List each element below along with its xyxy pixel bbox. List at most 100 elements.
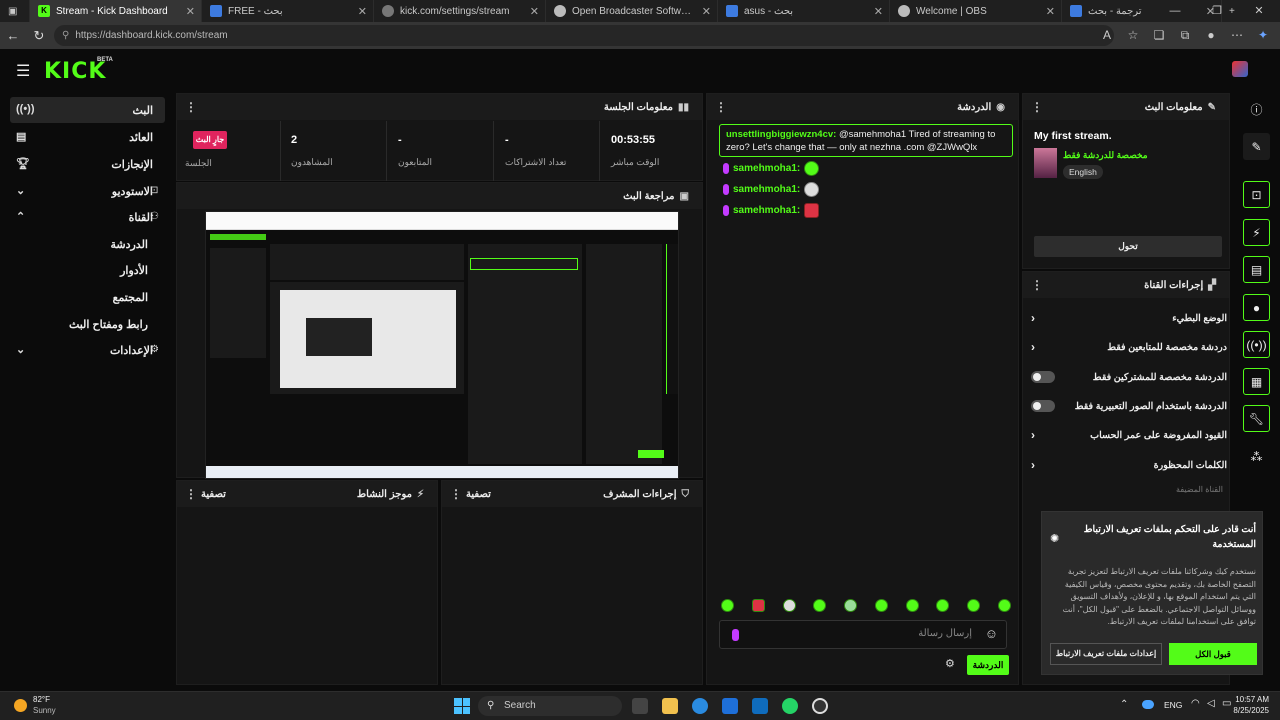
store-icon[interactable] <box>722 698 738 714</box>
more-options-icon[interactable]: ⋮ <box>715 100 727 114</box>
chevron-up-icon[interactable]: ⌃ <box>1120 699 1128 710</box>
chat-settings-icon[interactable]: ⚙ <box>945 657 955 670</box>
studio-icon[interactable]: ⊡ <box>1243 181 1270 208</box>
activity-filter-button[interactable]: تصفية <box>201 489 226 500</box>
live-status-button[interactable]: جارٍ البث <box>193 131 227 149</box>
browser-tab-3[interactable]: Open Broadcaster Software | OBS✕ <box>546 0 718 22</box>
chat-input[interactable]: إرسال رسالة ☺ <box>719 620 1007 649</box>
whatsapp-icon[interactable] <box>782 698 798 714</box>
wifi-icon[interactable]: ◠ <box>1191 698 1200 709</box>
sidebar-item-settings[interactable]: ⌄ الإعدادات <box>10 337 165 363</box>
pencil-icon[interactable]: ✎ <box>1243 133 1270 160</box>
sidebar-item-chat[interactable]: الدردشة <box>24 231 148 257</box>
sidebar-item-stream-key[interactable]: رابط ومفتاح البث <box>24 311 148 337</box>
taskbar-search[interactable]: ⚲ Search <box>478 696 622 716</box>
back-icon[interactable]: ← <box>0 28 26 43</box>
obs-icon[interactable] <box>812 698 828 714</box>
close-tab-icon[interactable]: ✕ <box>358 5 367 18</box>
sidebar-item-community[interactable]: المجتمع <box>24 284 148 310</box>
more-options-icon[interactable]: ⋮ <box>450 487 462 501</box>
wrench-icon[interactable]: 🔧︎ <box>1243 405 1270 432</box>
avatar[interactable] <box>1232 61 1248 77</box>
subscribers-only-toggle[interactable] <box>1031 371 1055 383</box>
emote-icon[interactable] <box>967 599 981 612</box>
sidebar-item-achievements[interactable]: 🏆︎ الإنجازات <box>10 151 165 177</box>
read-aloud-icon[interactable]: A <box>1096 25 1118 46</box>
channel-action-account-age[interactable]: › القيود المفروضة على عمر الحساب <box>1031 423 1227 447</box>
emote-icon[interactable] <box>874 599 888 612</box>
onedrive-icon[interactable] <box>1142 700 1154 709</box>
close-tab-icon[interactable]: ✕ <box>186 5 195 18</box>
copilot-icon[interactable]: ✦ <box>1252 25 1274 46</box>
sidebar-item-revenue[interactable]: ▤ العائد <box>10 124 165 150</box>
close-tab-icon[interactable]: ✕ <box>1046 5 1055 18</box>
windows-start-icon[interactable] <box>454 698 470 714</box>
input-language[interactable]: ENG <box>1164 700 1182 710</box>
outlook-icon[interactable] <box>752 698 768 714</box>
emote-icon[interactable] <box>997 599 1011 612</box>
send-chat-button[interactable]: الدردشة <box>967 655 1009 675</box>
emoji-icon[interactable]: ☺ <box>985 626 998 641</box>
bolt-icon[interactable]: ⚡︎ <box>1243 219 1270 246</box>
sun-icon[interactable] <box>14 699 27 712</box>
broadcast-icon[interactable]: ((•)) <box>1243 331 1270 358</box>
browser-tab-4[interactable]: asus - بحث ✕ <box>718 0 890 22</box>
close-tab-icon[interactable]: ✕ <box>702 5 711 18</box>
channel-action-banned-words[interactable]: › الكلمات المحظورة <box>1031 453 1227 477</box>
emote-icon[interactable] <box>905 599 919 612</box>
sidebar-item-channel[interactable]: ⌃ القناة <box>10 204 165 230</box>
more-options-icon[interactable]: ⋮ <box>1031 100 1043 114</box>
minimize-icon[interactable]: — <box>1154 0 1196 22</box>
favorite-icon[interactable]: ☆ <box>1122 25 1144 46</box>
channel-action-followers-only[interactable]: › دردشة مخصصة للمتابعين فقط <box>1031 335 1227 359</box>
close-tab-icon[interactable]: ✕ <box>530 5 539 18</box>
cookie-settings-button[interactable]: إعدادات ملفات تعريف الارتباط <box>1050 643 1162 665</box>
emote-only-toggle[interactable] <box>1031 400 1055 412</box>
maximize-icon[interactable]: ❐ <box>1196 0 1238 22</box>
more-options-icon[interactable]: ⋮ <box>1031 278 1043 292</box>
menu-icon[interactable]: ☰ <box>16 61 30 81</box>
emote-icon[interactable] <box>813 599 827 612</box>
chat-bubble-icon[interactable]: ● <box>1243 294 1270 321</box>
profile-icon[interactable]: ● <box>1200 25 1222 46</box>
more-icon[interactable]: ⋯ <box>1226 25 1248 46</box>
edit-stream-button[interactable]: تحول <box>1034 236 1222 257</box>
volume-icon[interactable]: ◁ <box>1207 698 1215 709</box>
url-field[interactable]: ⚲ https://dashboard.kick.com/stream <box>54 25 1114 46</box>
accept-all-button[interactable]: قبول الكل <box>1169 643 1257 665</box>
category-name[interactable]: مخصصة للدردشة فقط <box>1063 150 1148 161</box>
edge-icon[interactable] <box>692 698 708 714</box>
apps-icon[interactable]: ⁂ <box>1243 443 1270 470</box>
media-icon[interactable]: ▦ <box>1243 368 1270 395</box>
tab-actions-icon[interactable]: ▣ <box>0 0 30 22</box>
mod-filter-button[interactable]: تصفية <box>466 489 491 500</box>
sidebar-item-studio[interactable]: ⌄ الاستوديو <box>10 178 165 204</box>
pinned-message[interactable]: unsettlingbiggiewzn4cv: @samehmoha1 Tire… <box>719 124 1013 157</box>
emote-icon[interactable] <box>936 599 950 612</box>
sidebar-item-roles[interactable]: الأدوار <box>24 257 148 283</box>
more-options-icon[interactable]: ⋮ <box>185 487 197 501</box>
collections-icon[interactable]: ❏ <box>1148 25 1170 46</box>
channel-action-slow-mode[interactable]: › الوضع البطيء <box>1031 306 1227 330</box>
browser-tab-5[interactable]: Welcome | OBS ✕ <box>890 0 1062 22</box>
browser-tab-0[interactable]: K Stream - Kick Dashboard ✕ <box>30 0 202 22</box>
gear-icon[interactable]: ⚙ <box>150 344 159 355</box>
document-icon[interactable]: ▤ <box>1243 256 1270 283</box>
info-icon[interactable]: ⓘ <box>1243 96 1270 123</box>
close-window-icon[interactable]: ✕ <box>1238 0 1280 22</box>
task-view-icon[interactable] <box>632 698 648 714</box>
emote-icon[interactable] <box>751 599 765 612</box>
browser-tab-2[interactable]: kick.com/settings/stream ✕ <box>374 0 546 22</box>
more-options-icon[interactable]: ⋮ <box>185 100 197 114</box>
close-tab-icon[interactable]: ✕ <box>874 5 883 18</box>
browser-tab-1[interactable]: FREE - بحث ✕ <box>202 0 374 22</box>
site-info-icon[interactable]: ⚲ <box>62 30 69 41</box>
sidebar-item-broadcast[interactable]: ((•)) البث <box>10 97 165 123</box>
emote-icon[interactable] <box>721 599 734 612</box>
emote-icon[interactable] <box>782 599 796 612</box>
reload-icon[interactable]: ↻ <box>26 28 52 44</box>
extensions-icon[interactable]: ⧉ <box>1174 25 1196 46</box>
stream-preview-video[interactable] <box>205 211 679 479</box>
emote-icon[interactable] <box>844 599 858 612</box>
file-explorer-icon[interactable] <box>662 698 678 714</box>
